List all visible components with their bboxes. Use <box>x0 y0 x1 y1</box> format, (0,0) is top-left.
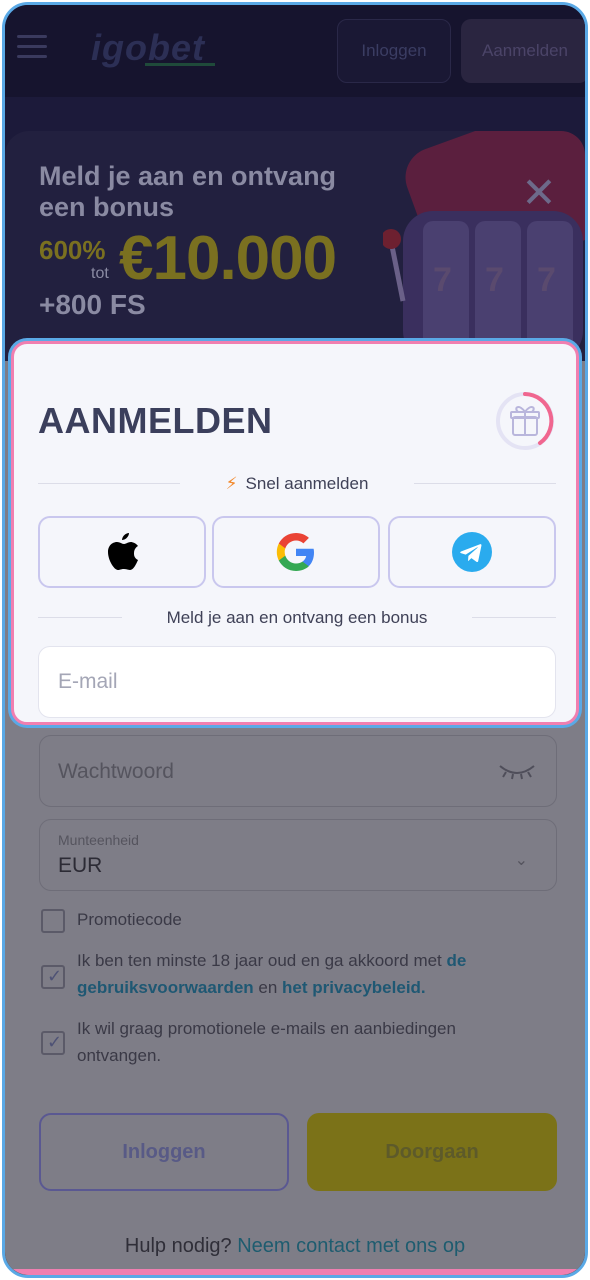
terms-checkbox[interactable]: ✓ <box>41 965 65 989</box>
signup-card: AANMELDEN ⚡ Snel aanmelden Meld je aan e… <box>11 341 579 725</box>
banner-percent: 600% <box>39 235 106 265</box>
password-placeholder: Wachtwoord <box>58 760 174 783</box>
close-icon[interactable]: ✕ <box>511 165 567 221</box>
password-field[interactable]: Wachtwoord <box>39 735 557 807</box>
marketing-label: Ik wil graag promotionele e-mails en aan… <box>77 1019 456 1065</box>
apple-icon <box>108 533 138 570</box>
help-text: Hulp nodig? <box>124 1235 232 1257</box>
banner-free-spins: +800 FS <box>39 289 146 320</box>
top-header: igobet Inloggen Aanmelden <box>5 5 585 97</box>
contact-link[interactable]: Neem contact met ons op <box>237 1235 465 1257</box>
promo-checkbox[interactable] <box>41 909 65 933</box>
terms-label: Ik ben ten minste 18 jaar oud en ga akko… <box>77 947 517 1001</box>
login-button[interactable]: Inloggen <box>39 1113 289 1191</box>
svg-text:7: 7 <box>433 261 452 299</box>
promo-banner: Meld je aan en ontvang een bonus 600% to… <box>5 131 585 361</box>
terms-text: Ik ben ten minste 18 jaar oud en ga akko… <box>77 951 447 970</box>
email-input[interactable] <box>39 647 555 717</box>
svg-text:7: 7 <box>485 261 504 299</box>
lightning-icon: ⚡ <box>225 474 238 493</box>
check-icon: ✓ <box>47 966 63 986</box>
telegram-icon <box>452 532 492 572</box>
help-row: Hulp nodig? Neem contact met ons op <box>5 1235 585 1258</box>
continue-button[interactable]: Doorgaan <box>307 1113 557 1191</box>
signup-title: AANMELDEN <box>38 400 273 441</box>
quick-signup-divider: ⚡ Snel aanmelden <box>38 474 556 494</box>
terms-text-mid: en <box>253 978 283 997</box>
google-icon <box>276 533 314 571</box>
bonus-label: Meld je aan en ontvang een bonus <box>166 608 428 627</box>
email-field[interactable] <box>38 646 556 718</box>
header-login-button[interactable]: Inloggen <box>337 19 451 83</box>
currency-label: Munteenheid <box>58 832 139 848</box>
quick-signup-label: Snel aanmelden <box>245 474 369 493</box>
marketing-checkbox[interactable]: ✓ <box>41 1031 65 1055</box>
banner-up-to: tot <box>91 265 109 282</box>
banner-amount: €10.000 <box>119 224 337 293</box>
telegram-signup-button[interactable] <box>388 516 556 588</box>
google-signup-button[interactable] <box>212 516 380 588</box>
currency-select[interactable]: Munteenheid EUR ⌄ <box>39 819 557 891</box>
bonus-divider: Meld je aan en ontvang een bonus <box>38 608 556 628</box>
svg-text:7: 7 <box>537 261 556 299</box>
banner-title: Meld je aan en ontvang een bonus <box>39 161 337 222</box>
apple-signup-button[interactable] <box>38 516 206 588</box>
gift-icon[interactable] <box>494 390 556 452</box>
logo-underline <box>145 63 215 66</box>
promo-label: Promotiecode <box>77 910 182 929</box>
header-signup-button[interactable]: Aanmelden <box>461 19 585 83</box>
check-icon: ✓ <box>47 1032 63 1052</box>
eye-closed-icon[interactable] <box>498 762 536 780</box>
menu-icon[interactable] <box>17 35 47 59</box>
chevron-down-icon: ⌄ <box>514 852 528 869</box>
privacy-link[interactable]: het privacybeleid. <box>282 978 426 997</box>
currency-value: EUR <box>58 854 103 877</box>
